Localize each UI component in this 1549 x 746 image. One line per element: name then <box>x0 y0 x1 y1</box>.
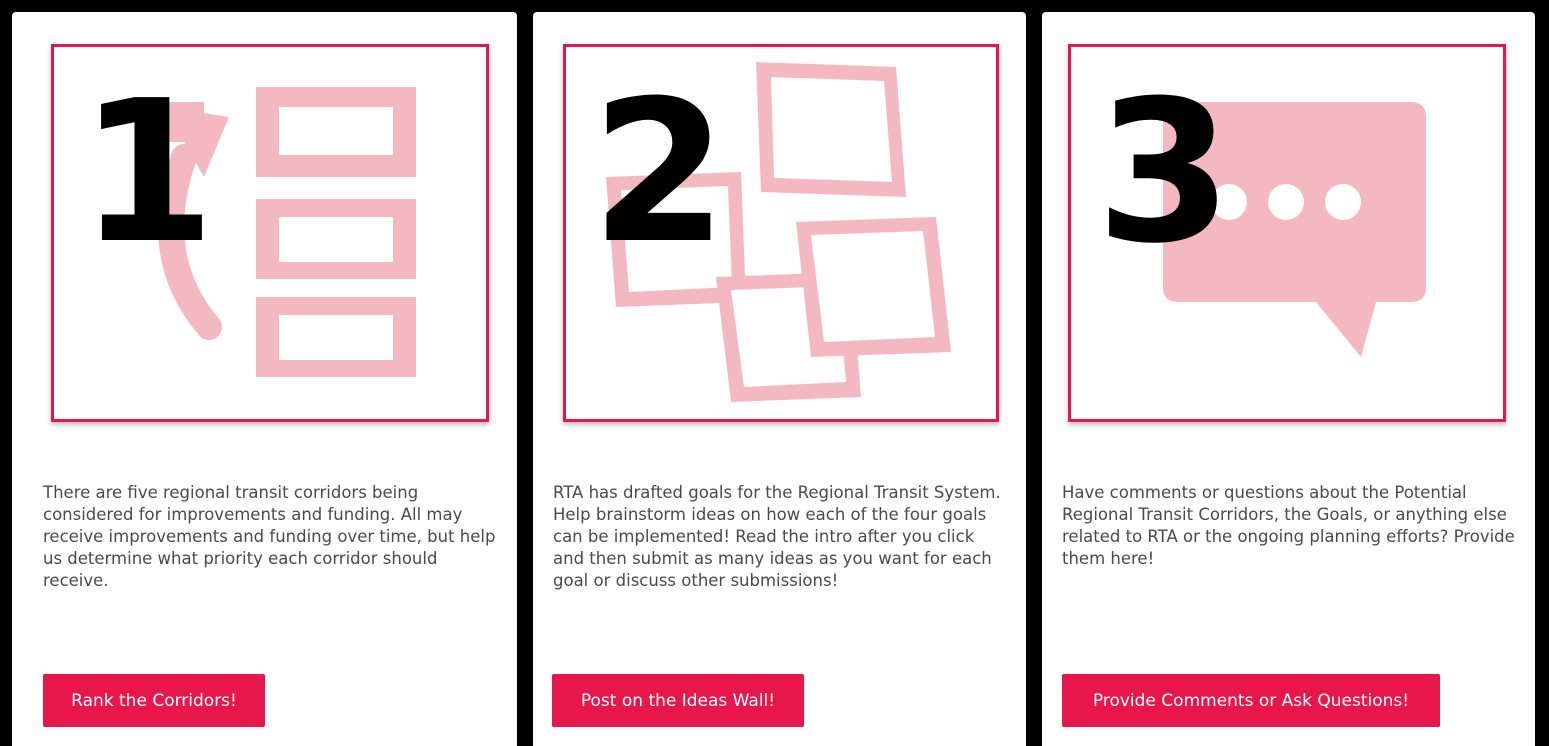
step-illustration-frame: 2 <box>563 44 999 422</box>
step-illustration-frame: 1 <box>51 44 489 422</box>
step-number: 3 <box>1096 59 1232 287</box>
rank-corridors-button[interactable]: Rank the Corridors! <box>43 674 265 727</box>
card-description: RTA has drafted goals for the Regional T… <box>553 483 1001 590</box>
step-illustration-frame: 3 <box>1068 44 1506 422</box>
post-ideas-wall-button[interactable]: Post on the Ideas Wall! <box>552 674 804 727</box>
step-number: 1 <box>79 59 215 287</box>
provide-comments-button[interactable]: Provide Comments or Ask Questions! <box>1062 674 1440 727</box>
card-description: There are five regional transit corridor… <box>43 483 496 590</box>
card-ideas-wall: 2 RTA has drafted goals for the Regional… <box>533 12 1026 746</box>
card-rank-corridors: 1 There are five regional transit corrid… <box>12 12 517 746</box>
page: 1 There are five regional transit corrid… <box>0 0 1549 746</box>
step-number: 2 <box>591 59 727 287</box>
card-comments: 3 Have comments or questions about the P… <box>1042 12 1535 746</box>
card-description: Have comments or questions about the Pot… <box>1062 483 1515 568</box>
